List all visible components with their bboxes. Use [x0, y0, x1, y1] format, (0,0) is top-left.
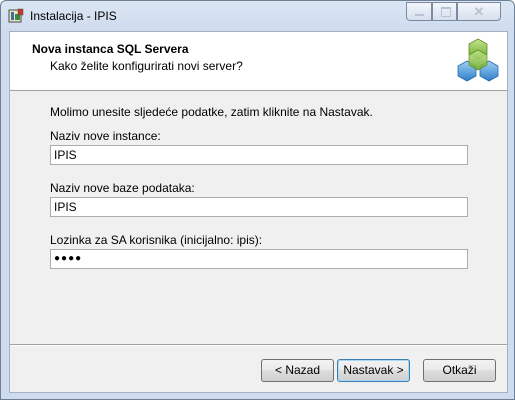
minimize-icon [415, 14, 424, 16]
instance-name-label: Naziv nove instance: [50, 129, 161, 143]
wizard-page: Nova instanca SQL Servera Kako želite ko… [9, 31, 508, 393]
hexagon-logo-icon [457, 38, 499, 82]
instance-name-input[interactable]: IPIS [50, 145, 468, 165]
close-button[interactable]: ✕ [457, 2, 501, 21]
page-subtitle: Kako želite konfigurirati novi server? [50, 59, 243, 73]
intro-text: Molimo unesite sljedeće podatke, zatim k… [50, 105, 373, 119]
database-name-label: Naziv nove baze podataka: [50, 181, 195, 195]
sa-password-label: Lozinka za SA korisnika (inicijalno: ipi… [50, 233, 263, 247]
page-title: Nova instanca SQL Servera [32, 42, 189, 56]
maximize-icon [441, 7, 451, 17]
sa-password-input[interactable]: ●●●● [50, 249, 468, 269]
minimize-button[interactable] [406, 2, 432, 21]
close-icon: ✕ [473, 4, 485, 19]
next-button[interactable]: Nastavak > [337, 359, 410, 382]
maximize-button[interactable] [432, 2, 457, 21]
window-title: Instalacija - IPIS [30, 9, 117, 23]
wizard-header: Nova instanca SQL Servera Kako želite ko… [10, 32, 507, 91]
app-setup-icon [8, 8, 24, 23]
installer-window: Instalacija - IPIS ✕ Nova instanca SQL S… [0, 0, 515, 400]
database-name-input[interactable]: IPIS [50, 197, 468, 217]
back-button[interactable]: < Nazad [261, 359, 334, 382]
title-bar[interactable]: Instalacija - IPIS ✕ [1, 1, 514, 31]
cancel-button[interactable]: Otkaži [423, 359, 496, 382]
footer-divider [10, 344, 507, 346]
